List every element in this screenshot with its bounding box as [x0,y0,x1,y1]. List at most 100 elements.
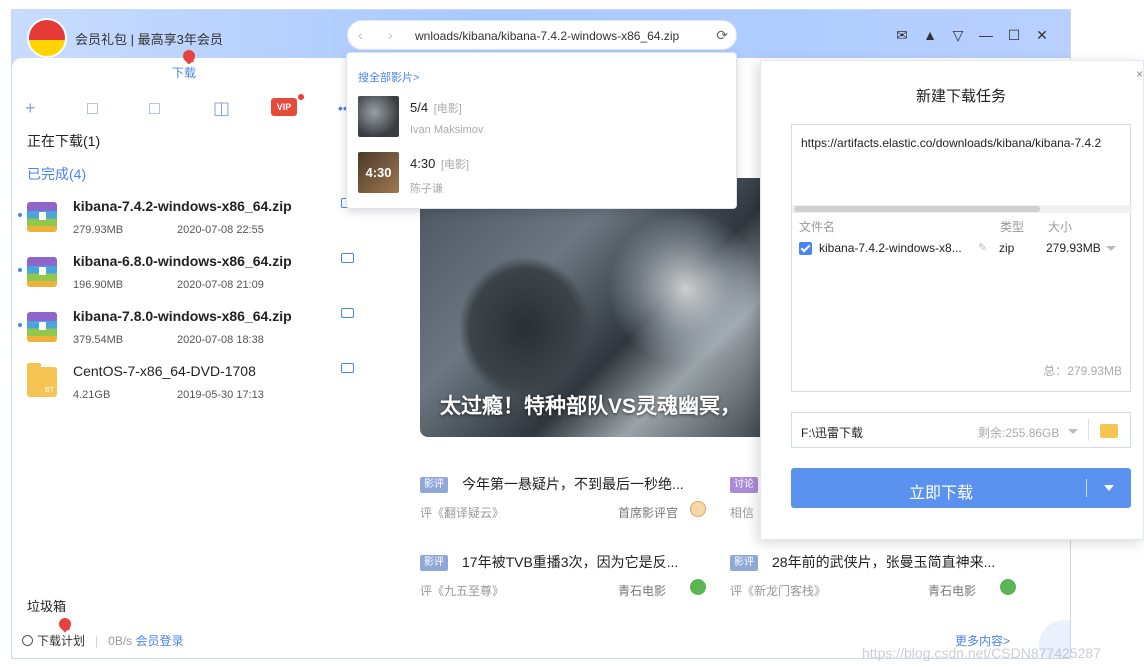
scrollbar-thumb[interactable] [794,206,1040,212]
avatar[interactable] [27,18,67,58]
search-all-link[interactable]: 搜全部影片> [358,69,419,85]
total-size: 总：279.93MB [1043,364,1122,378]
news-card[interactable]: 影评 今年第一悬疑片，不到最后一秒绝... 评《翻译疑云》 首席影评官 [420,474,720,530]
file-name: kibana-6.8.0-windows-x86_64.zip [73,253,292,269]
source-avatar-icon [690,579,706,595]
menu-icon[interactable]: ▽ [950,27,966,44]
card-subtitle: 相信 [730,506,755,520]
chevron-down-icon[interactable] [1104,485,1114,491]
free-space: 剩余:255.86GB [978,426,1060,440]
save-path-select[interactable]: F:\迅雷下载 剩余:255.86GB [791,412,1131,448]
horizontal-scrollbar[interactable] [792,205,1132,213]
news-card[interactable]: 讨论 相信 [730,474,760,530]
news-card[interactable]: 影评 17年被TVB重播3次，因为它是反... 评《九五至尊》 青石电影 [420,552,720,608]
maximize-icon[interactable]: ☐ [1006,27,1022,44]
rename-pencil-icon[interactable]: ✎ [978,241,987,254]
trash-item[interactable]: 垃圾箱 [27,596,66,615]
file-name: kibana-7.8.0-windows-x86_64.zip [73,308,292,324]
movie-person: 陈子谦 [410,183,443,195]
notification-dot [298,94,304,100]
suggestion-item[interactable]: 5/4 [电影] Ivan Maksimov [358,96,728,140]
movie-thumbnail: 4:30 [358,152,399,193]
suggestion-item[interactable]: 4:30 4:30 [电影] 陈子谦 [358,152,728,196]
card-tag: 影评 [420,555,448,571]
back-icon[interactable]: ‹ [358,27,363,43]
download-plan-link[interactable]: 下载计划 [37,634,85,648]
list-item[interactable]: kibana-6.8.0-windows-x86_64.zip 196.90MB… [12,249,374,303]
member-login-link[interactable]: 会员登录 [136,634,184,648]
file-size: 279.93MB [1046,241,1101,255]
bt-folder-icon [27,363,57,397]
suggestion-title: 4:30 [电影] [410,156,469,172]
new-download-dialog: × 新建下载任务 https://artifacts.elastic.co/do… [760,60,1144,540]
mail-icon[interactable]: ✉ [894,27,910,44]
list-item[interactable]: CentOS-7-x86_64-DVD-1708 4.21GB 2019-05-… [12,359,374,413]
open-folder-icon[interactable] [341,308,354,318]
chevron-down-icon[interactable] [1068,429,1078,434]
delete-icon[interactable]: ◫ [213,98,230,119]
close-icon[interactable]: ✕ [1034,27,1050,44]
vip-badge[interactable]: VIP [271,98,297,116]
minimize-icon[interactable]: — [978,27,994,43]
open-folder-icon[interactable] [341,363,354,373]
save-path[interactable]: F:\迅雷下载 [801,424,863,441]
card-headline[interactable]: 17年被TVB重播3次，因为它是反... [462,552,678,572]
tab-download[interactable]: 下载 [172,64,196,81]
zip-file-icon [27,202,57,232]
file-icon[interactable]: □ [87,98,98,119]
news-card[interactable]: 影评 28年前的武侠片，张曼玉简直神来... 评《新龙门客栈》 青石电影 [730,552,1030,608]
refresh-icon[interactable]: ⟳ [716,27,728,44]
clock-icon [22,635,33,646]
zip-file-icon [27,257,57,287]
member-promo-text[interactable]: 会员礼包 | 最高享3年会员 [75,29,223,48]
new-dot [18,268,22,272]
link-textarea[interactable]: https://artifacts.elastic.co/downloads/k… [801,136,1131,150]
col-header-name: 文件名 [799,220,836,234]
forward-icon[interactable]: › [388,27,393,43]
card-source: 首席影评官 [618,506,679,520]
open-folder-icon[interactable] [341,253,354,263]
divider [1088,419,1089,441]
file-size: 4.21GB [73,389,111,401]
card-source: 青石电影 [928,584,977,598]
chevron-down-icon[interactable] [1106,246,1116,251]
watermark: https://blog.csdn.net/CSDN877425287 [862,645,1101,661]
download-now-button[interactable]: 立即下载 [791,468,1131,508]
card-headline[interactable]: 今年第一悬疑片，不到最后一秒绝... [462,474,684,494]
download-now-label: 立即下载 [908,485,973,502]
col-header-size: 大小 [1048,220,1073,234]
zip-file-icon [27,312,57,342]
movie-category: [电影] [433,103,462,115]
source-avatar-icon [690,501,706,517]
list-item[interactable]: kibana-7.4.2-windows-x86_64.zip 279.93MB… [12,194,374,248]
card-subtitle: 评《翻译疑云》 [420,506,505,520]
close-icon[interactable]: × [1136,67,1143,81]
movie-person: Ivan Maksimov [410,124,484,136]
hero-glow [610,208,760,368]
add-icon[interactable]: + [25,98,36,119]
link-input-box[interactable]: https://artifacts.elastic.co/downloads/k… [791,124,1132,392]
movie-thumbnail [358,96,399,137]
file-date: 2019-05-30 17:13 [177,389,264,401]
speed-text: 0B/s [108,634,133,648]
hero-figure [460,258,590,398]
list-item[interactable]: kibana-7.8.0-windows-x86_64.zip 379.54MB… [12,304,374,358]
new-dot [18,323,22,327]
section-completed[interactable]: 已完成(4) [27,164,86,184]
file-date: 2020-07-08 18:38 [177,334,264,346]
skin-icon[interactable]: ▲ [922,27,938,43]
folder-icon[interactable]: □ [149,98,160,119]
col-header-type: 类型 [1000,220,1025,234]
suggestion-title: 5/4 [电影] [410,100,462,116]
file-row[interactable]: kibana-7.4.2-windows-x8... ✎ zip 279.93M… [792,235,1132,261]
file-checkbox[interactable] [799,242,812,255]
address-input[interactable]: wnloads/kibana/kibana-7.4.2-windows-x86_… [415,29,707,43]
file-type: zip [999,241,1015,255]
card-headline[interactable]: 28年前的武侠片，张曼玉简直神来... [772,552,995,572]
browse-folder-icon[interactable] [1100,424,1118,438]
section-downloading[interactable]: 正在下载(1) [27,131,100,151]
hero-banner[interactable]: 太过瘾！特种部队VS灵魂幽冥， [420,178,776,437]
new-dot [18,213,22,217]
address-bar[interactable]: ‹ › wnloads/kibana/kibana-7.4.2-windows-… [347,20,737,50]
marker-pin-icon [56,615,74,633]
